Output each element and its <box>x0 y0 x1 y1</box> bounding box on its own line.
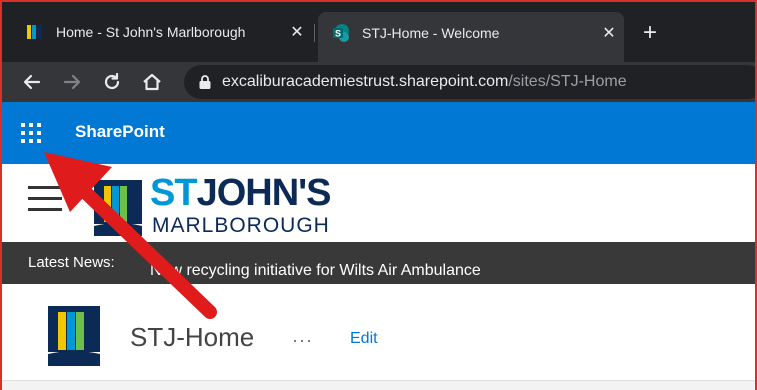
arrow-left-icon <box>23 74 41 90</box>
content-divider <box>2 380 755 390</box>
forward-button[interactable] <box>56 66 88 98</box>
school-logo-mark-icon <box>94 180 142 236</box>
news-label: Latest News: <box>28 254 115 271</box>
latest-news-bar: Latest News: New recycling initiative fo… <box>2 242 755 284</box>
school-logo-wordmark[interactable]: STJOHN'S <box>150 172 332 214</box>
reload-icon <box>104 72 120 90</box>
more-options-icon[interactable]: ··· <box>292 330 313 351</box>
svg-text:S: S <box>335 29 341 39</box>
reload-button[interactable] <box>96 66 128 98</box>
edit-link[interactable]: Edit <box>350 330 378 348</box>
tab-separator <box>314 24 315 42</box>
url-host: excaliburacademiestrust.sharepoint.com <box>222 73 509 90</box>
browser-tab-stj-home[interactable]: S STJ-Home - Welcome ✕ <box>318 12 624 62</box>
tab-title: STJ-Home - Welcome <box>362 25 500 41</box>
school-favicon-icon <box>27 25 42 39</box>
sharepoint-favicon-icon: S <box>333 24 349 42</box>
home-icon <box>143 73 161 91</box>
sharepoint-suite-bar: SharePoint <box>2 102 755 164</box>
url-path: /sites/STJ-Home <box>508 73 627 90</box>
news-headline-link[interactable]: New recycling initiative for Wilts Air A… <box>150 262 481 280</box>
tab-title: Home - St John's Marlborough <box>56 24 246 40</box>
site-header: STJ-Home ··· Edit <box>2 284 755 390</box>
tab-close-icon[interactable]: ✕ <box>594 23 624 43</box>
home-button[interactable] <box>136 66 168 98</box>
tab-close-icon[interactable]: ✕ <box>282 22 312 42</box>
lock-icon <box>199 75 211 89</box>
screenshot-frame: Home - St John's Marlborough ✕ S STJ-Hom… <box>0 0 757 390</box>
site-logo-icon[interactable] <box>48 306 100 366</box>
new-tab-button[interactable]: + <box>634 18 666 48</box>
school-header: STJOHN'S MARLBOROUGH <box>2 164 755 242</box>
browser-toolbar: excaliburacademiestrust.sharepoint.com/s… <box>2 62 755 102</box>
hamburger-menu-icon[interactable] <box>28 186 62 216</box>
school-logo-subtitle: MARLBOROUGH <box>152 214 330 237</box>
address-bar[interactable]: excaliburacademiestrust.sharepoint.com/s… <box>184 65 755 99</box>
app-launcher-icon[interactable] <box>20 122 42 144</box>
back-button[interactable] <box>16 66 48 98</box>
sharepoint-title[interactable]: SharePoint <box>75 122 165 142</box>
arrow-right-icon <box>63 74 81 90</box>
browser-tab-strip: Home - St John's Marlborough ✕ S STJ-Hom… <box>2 2 755 62</box>
site-title: STJ-Home <box>130 322 255 352</box>
browser-tab-home[interactable]: Home - St John's Marlborough ✕ <box>12 12 312 52</box>
